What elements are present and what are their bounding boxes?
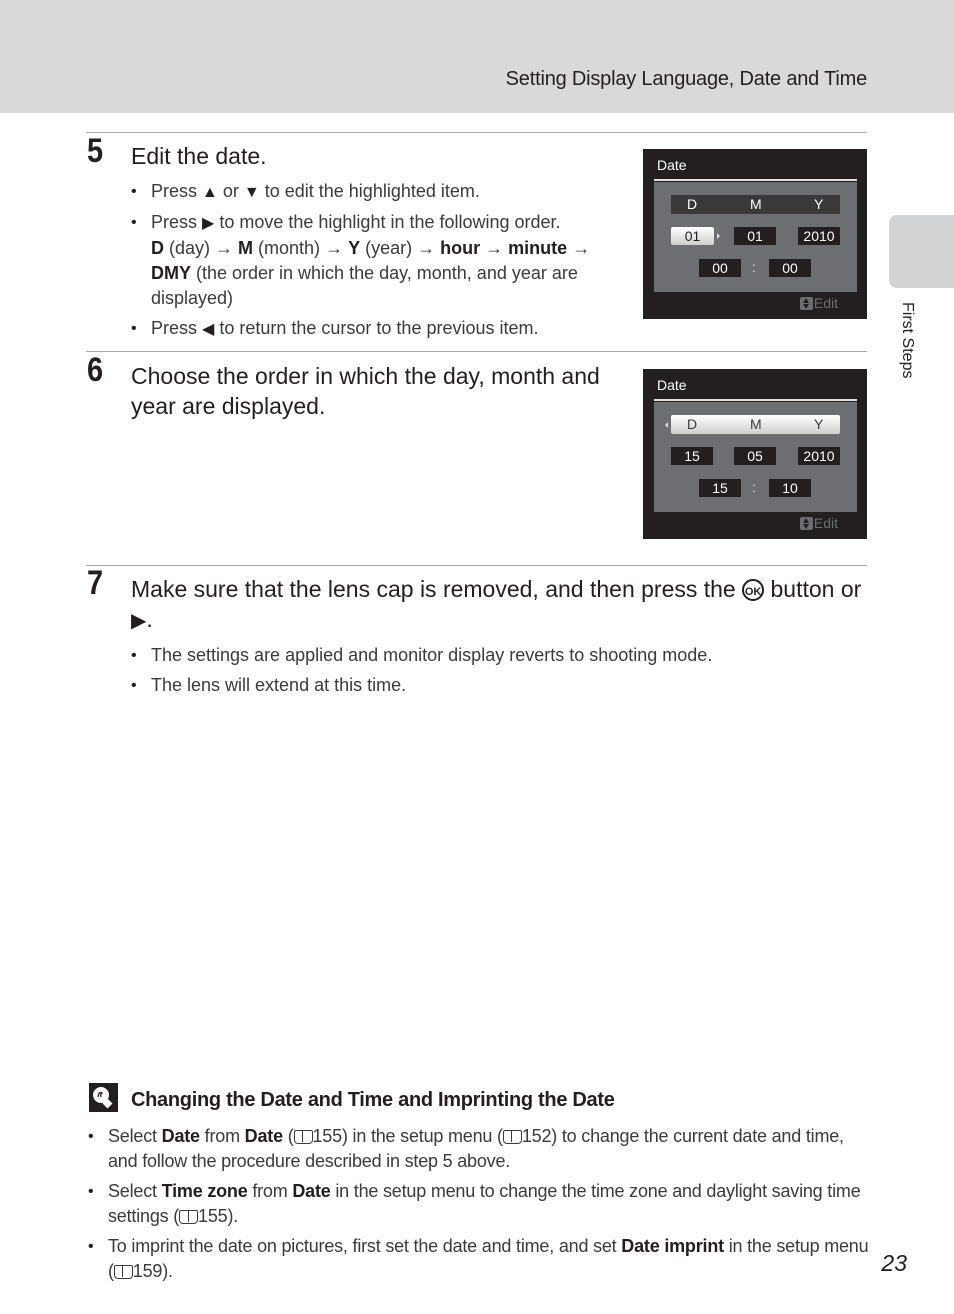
up-arrow-icon: ▲	[202, 184, 218, 201]
year-field: 2010	[798, 227, 840, 245]
chapter-tab	[889, 215, 954, 288]
step-title: Make sure that the lens cap is removed, …	[131, 576, 862, 632]
step-7-bullets: The settings are applied and monitor dis…	[131, 643, 851, 703]
page-ref-link[interactable]: 152	[522, 1126, 552, 1146]
time-colon: :	[752, 259, 756, 275]
left-arrow-icon: ◀	[202, 321, 215, 338]
edit-hint: Edit	[799, 515, 838, 531]
page-number: 23	[881, 1250, 907, 1276]
minute-field: 00	[769, 259, 811, 277]
header-m: M	[750, 196, 762, 212]
list-item: The settings are applied and monitor dis…	[131, 643, 851, 668]
time-colon: :	[752, 479, 756, 495]
page-ref-link[interactable]: 155	[313, 1126, 343, 1146]
arrow-icon: →	[572, 238, 591, 258]
screen-title: Date	[657, 377, 687, 393]
page-ref-icon	[179, 1210, 199, 1224]
minute-field: 10	[769, 479, 811, 497]
month-field: 05	[734, 447, 776, 465]
hour-field: 15	[699, 479, 741, 497]
month-field: 01	[734, 227, 776, 245]
step-number: 6	[87, 351, 104, 389]
camera-screen-date-order: Date D M Y 15 05 2010 15 : 10 Edit	[643, 369, 867, 539]
up-down-icon	[799, 296, 813, 310]
divider	[86, 565, 867, 566]
arrow-icon: →	[215, 238, 234, 258]
screen-divider	[654, 179, 857, 181]
dmy-order-row: D M Y	[671, 195, 840, 214]
arrow-icon: →	[417, 238, 436, 258]
list-item: To imprint the date on pictures, first s…	[88, 1234, 878, 1284]
day-field: 15	[671, 447, 713, 465]
edit-label: Edit	[813, 295, 838, 311]
tip-lightbulb-icon	[89, 1083, 118, 1112]
day-field: 01	[671, 227, 714, 245]
header-y: Y	[814, 416, 824, 432]
screen-panel: D M Y 01 01 2010 00 : 00	[654, 182, 857, 292]
page-ref-icon	[113, 1265, 133, 1279]
list-item: The lens will extend at this time.	[131, 673, 851, 698]
arrow-icon: →	[325, 238, 344, 258]
step-number: 7	[87, 564, 104, 602]
note-title: Changing the Date and Time and Imprintin…	[131, 1089, 615, 1111]
cursor-right-icon	[717, 233, 720, 239]
screen-divider	[654, 399, 857, 401]
step-5-bullets: Press ▲ or ▼ to edit the highlighted ite…	[131, 179, 621, 347]
screen-panel: D M Y 15 05 2010 15 : 10	[654, 402, 857, 512]
list-item: Press ▲ or ▼ to edit the highlighted ite…	[131, 179, 621, 205]
step-title: Edit the date.	[131, 143, 267, 169]
ok-button-icon: OK	[742, 579, 765, 601]
list-item: Select Time zone from Date in the setup …	[88, 1179, 878, 1229]
header-d: D	[687, 416, 698, 432]
step-title: Choose the order in which the day, month…	[131, 363, 600, 419]
header-y: Y	[814, 196, 824, 212]
down-arrow-icon: ▼	[243, 184, 260, 201]
hour-field: 00	[699, 259, 741, 277]
right-arrow-icon: ▶	[131, 610, 147, 632]
note-bullets: Select Date from Date (155) in the setup…	[88, 1124, 878, 1289]
list-item: Select Date from Date (155) in the setup…	[88, 1124, 878, 1174]
list-item: Press ▶ to move the highlight in the fol…	[131, 210, 621, 311]
list-item: Press ◀ to return the cursor to the prev…	[131, 316, 621, 342]
section-title: Setting Display Language, Date and Time	[505, 68, 868, 90]
divider	[86, 132, 867, 133]
cursor-left-icon	[665, 422, 668, 428]
page-ref-icon	[293, 1130, 313, 1144]
right-arrow-icon: ▶	[202, 215, 215, 232]
up-down-icon	[799, 516, 813, 530]
page-ref-icon	[502, 1130, 522, 1144]
camera-screen-date-edit: Date D M Y 01 01 2010 00 : 00 Edit	[643, 149, 867, 319]
screen-title: Date	[657, 157, 687, 173]
dmy-order-row: D M Y	[671, 415, 840, 434]
arrow-icon: →	[485, 238, 504, 258]
step-number: 5	[87, 132, 104, 170]
header-m: M	[750, 416, 762, 432]
page-ref-link[interactable]: 155	[198, 1206, 228, 1226]
divider	[86, 351, 867, 352]
edit-label: Edit	[813, 515, 838, 531]
page-ref-link[interactable]: 159	[133, 1261, 163, 1281]
chapter-label: First Steps	[899, 302, 916, 379]
header-band	[0, 0, 954, 113]
year-field: 2010	[798, 447, 840, 465]
edit-hint: Edit	[799, 295, 838, 311]
header-d: D	[687, 196, 698, 212]
